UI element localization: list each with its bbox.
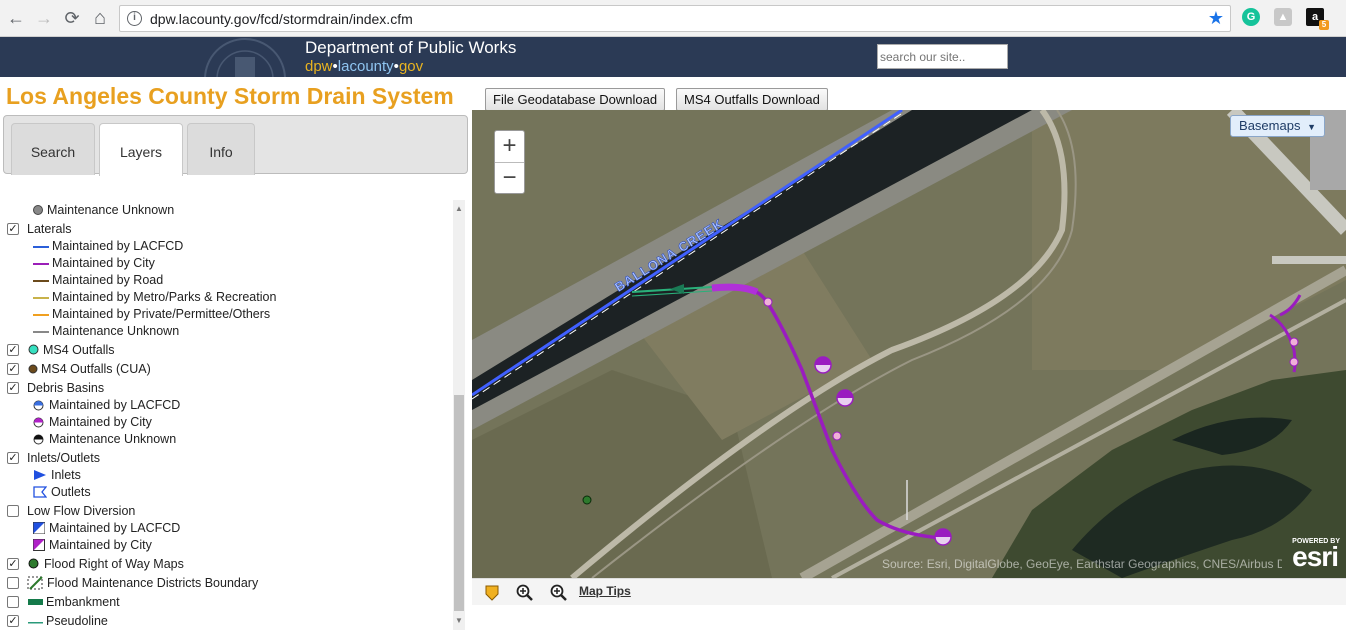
scroll-thumb[interactable] <box>454 395 464 611</box>
basemaps-label: Basemaps <box>1239 118 1301 133</box>
line-swatch-icon <box>33 280 49 282</box>
embankment-checkbox[interactable] <box>7 596 19 608</box>
debris-basin-marker[interactable] <box>836 389 854 407</box>
zoom-in-button[interactable]: + <box>495 131 524 162</box>
pseudoline-swatch-icon <box>28 622 43 624</box>
laterals-checkbox[interactable]: ✓ <box>7 223 19 235</box>
chevron-down-icon: ▼ <box>1307 122 1316 132</box>
url-part-lacounty: lacounty <box>337 58 394 75</box>
map-toolbar: Map Tips <box>472 578 1346 605</box>
url-part-gov: gov <box>398 58 424 75</box>
url-part-dpw: dpw <box>305 58 333 75</box>
brown-circle-icon <box>28 364 38 374</box>
line-swatch-icon <box>33 246 49 248</box>
zoom-in-tool-icon[interactable] <box>516 584 533 601</box>
ms4-outfalls-checkbox[interactable]: ✓ <box>7 344 19 356</box>
black-half-circle-icon <box>33 434 44 445</box>
zoom-out-button[interactable]: − <box>495 162 524 193</box>
ms4-outfalls-cua-checkbox[interactable]: ✓ <box>7 363 19 375</box>
inlet-flag-icon <box>34 470 46 480</box>
department-url-logo[interactable]: dpw•lacounty•gov <box>305 58 423 75</box>
tab-info[interactable]: Info <box>187 123 255 175</box>
pseudoline-checkbox[interactable]: ✓ <box>7 615 19 627</box>
map-view[interactable]: BALLONA CREEK + − Basemaps ▼ Source: Esr… <box>472 110 1346 578</box>
debris-basin-marker[interactable] <box>934 528 952 546</box>
line-swatch-icon <box>33 297 49 299</box>
bookmark-star-icon[interactable]: ★ <box>1208 8 1224 29</box>
scroll-down-arrow-icon[interactable]: ▼ <box>453 614 465 628</box>
flood-right-of-way-checkbox[interactable]: ✓ <box>7 558 19 570</box>
blue-diagonal-square-icon <box>33 522 45 534</box>
browser-toolbar: ← → ⟳ ⌂ i dpw.lacounty.gov/fcd/stormdrai… <box>0 0 1346 37</box>
layer-list: Maintenance Unknown ✓ Laterals Maintaine… <box>7 203 277 628</box>
esri-logo[interactable]: POWERED BY esri <box>1292 538 1340 571</box>
zoom-out-tool-icon[interactable] <box>550 584 567 601</box>
forward-icon[interactable]: → <box>33 7 55 29</box>
department-title[interactable]: Department of Public Works <box>305 38 516 58</box>
grammarly-extension-icon[interactable]: G <box>1242 8 1260 26</box>
cloud-extension-icon[interactable]: ▲ <box>1274 8 1292 26</box>
outlet-flag-icon <box>33 486 47 498</box>
url-text[interactable]: dpw.lacounty.gov/fcd/stormdrain/index.cf… <box>150 11 413 27</box>
gray-circle-icon <box>33 205 43 215</box>
zoom-control: + − <box>494 130 525 194</box>
debris-basins-checkbox[interactable]: ✓ <box>7 382 19 394</box>
map-attribution: Source: Esri, DigitalGlobe, GeoEye, Eart… <box>882 557 1282 571</box>
teal-circle-icon <box>28 344 39 355</box>
info-icon[interactable]: i <box>127 11 142 26</box>
flood-maintenance-districts-checkbox[interactable] <box>7 577 19 589</box>
districts-boundary-icon <box>27 576 43 590</box>
blue-half-circle-icon <box>33 400 44 411</box>
ms4-outfalls-download-button[interactable]: MS4 Outfalls Download <box>676 88 828 111</box>
embankment-swatch-icon <box>28 599 43 605</box>
tab-layers[interactable]: Layers <box>99 123 183 176</box>
line-swatch-icon <box>33 263 49 265</box>
address-bar[interactable]: i dpw.lacounty.gov/fcd/stormdrain/index.… <box>119 5 1231 32</box>
county-seal-icon <box>180 37 310 77</box>
debris-basin-marker[interactable] <box>814 356 832 374</box>
map-tips-link[interactable]: Map Tips <box>579 584 631 598</box>
amazon-extension-icon[interactable]: a 5 <box>1306 8 1329 30</box>
low-flow-diversion-checkbox[interactable] <box>7 505 19 517</box>
amazon-badge: 5 <box>1319 20 1329 30</box>
scroll-up-arrow-icon[interactable]: ▲ <box>453 202 465 216</box>
app-title: Los Angeles County Storm Drain System <box>6 83 454 109</box>
back-icon[interactable]: ← <box>5 7 27 29</box>
line-swatch-icon <box>33 331 49 333</box>
layer-list-scrollbar[interactable]: ▲ ▼ <box>453 200 465 630</box>
reload-icon[interactable]: ⟳ <box>61 7 83 29</box>
green-circle-icon <box>28 558 39 569</box>
home-icon[interactable]: ⌂ <box>89 7 111 29</box>
inlets-outlets-checkbox[interactable]: ✓ <box>7 452 19 464</box>
panel-tabs: Search Layers Info <box>3 115 468 176</box>
purple-half-circle-icon <box>33 417 44 428</box>
tab-search[interactable]: Search <box>11 123 95 175</box>
purple-diagonal-square-icon <box>33 539 45 551</box>
line-swatch-icon <box>33 314 49 316</box>
identify-pin-icon[interactable] <box>484 584 500 601</box>
site-header: Department of Public Works dpw•lacounty•… <box>0 37 1346 77</box>
file-geodatabase-download-button[interactable]: File Geodatabase Download <box>485 88 666 111</box>
basemaps-button[interactable]: Basemaps ▼ <box>1230 115 1325 137</box>
satellite-imagery[interactable] <box>472 110 1346 578</box>
site-search-input[interactable] <box>877 44 1008 69</box>
